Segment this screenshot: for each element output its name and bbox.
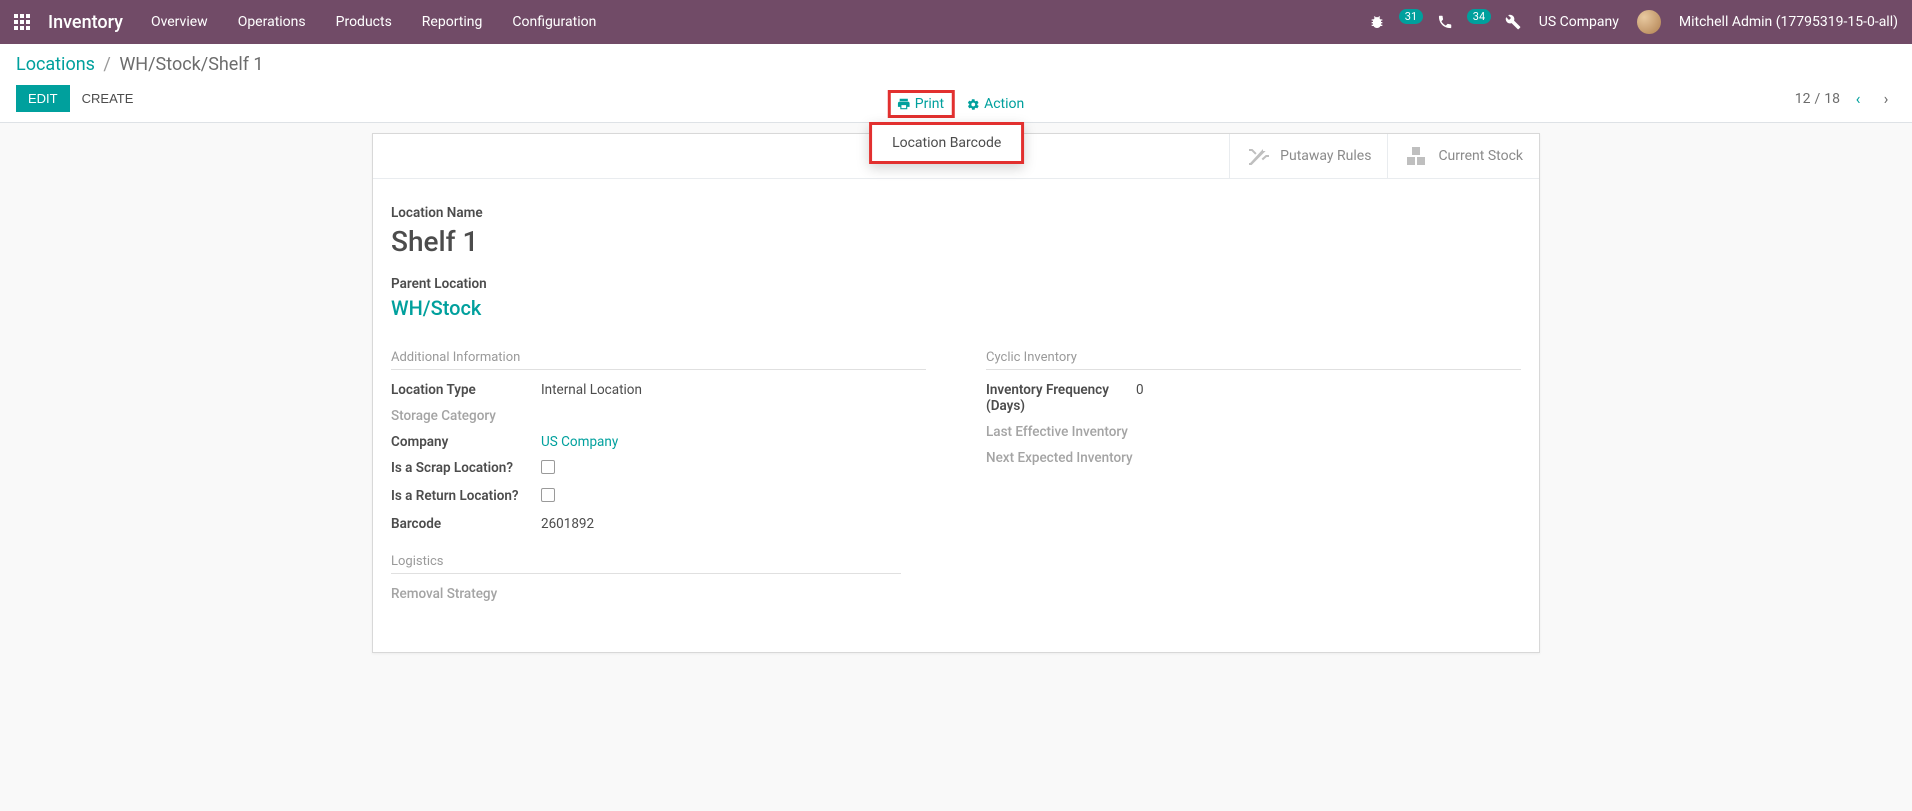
- chat-badge: 31: [1399, 9, 1423, 24]
- current-stock-label: Current Stock: [1438, 148, 1523, 164]
- menu-configuration[interactable]: Configuration: [512, 14, 596, 30]
- action-button[interactable]: Action: [967, 96, 1024, 112]
- row-location-type: Location Type Internal Location: [391, 382, 926, 398]
- parent-location-label: Parent Location: [391, 276, 1521, 292]
- inv-freq-label: Inventory Frequency (Days): [986, 382, 1136, 414]
- main-menu: Overview Operations Products Reporting C…: [151, 14, 596, 30]
- print-dropdown: Location Barcode: [869, 122, 1024, 164]
- removal-strategy-label: Removal Strategy: [391, 586, 541, 602]
- barcode-value: 2601892: [541, 516, 594, 532]
- row-company: Company US Company: [391, 434, 926, 450]
- next-expected-label: Next Expected Inventory: [986, 450, 1136, 466]
- nav-left: Inventory Overview Operations Products R…: [14, 12, 596, 33]
- group-cyclic: Cyclic Inventory: [986, 350, 1521, 370]
- row-scrap-location: Is a Scrap Location?: [391, 460, 926, 478]
- activity-badge: 34: [1467, 9, 1491, 24]
- app-title[interactable]: Inventory: [48, 12, 123, 33]
- form-sheet: Putaway Rules Current Stock Location Nam…: [372, 133, 1540, 653]
- location-name-value: Shelf 1: [391, 225, 1521, 258]
- clock-icon[interactable]: 34: [1471, 14, 1487, 30]
- group-logistics-wrap: Logistics Removal Strategy: [391, 554, 926, 602]
- menu-products[interactable]: Products: [336, 14, 392, 30]
- control-bar: Locations / WH/Stock/Shelf 1 EDIT CREATE…: [0, 44, 1912, 123]
- sheet-area: Putaway Rules Current Stock Location Nam…: [0, 123, 1912, 653]
- apps-icon[interactable]: [14, 14, 30, 30]
- center-actions: Print Action: [888, 90, 1024, 118]
- gear-icon: [967, 98, 980, 111]
- print-label: Print: [915, 96, 944, 112]
- boxes-icon: [1404, 144, 1428, 168]
- pager-total: 18: [1824, 91, 1840, 107]
- current-stock-button[interactable]: Current Stock: [1387, 134, 1539, 178]
- phone-icon[interactable]: [1437, 14, 1453, 30]
- shuffle-icon: [1246, 144, 1270, 168]
- control-row: EDIT CREATE Print Action Location Barcod…: [16, 85, 1896, 112]
- action-label: Action: [984, 96, 1024, 112]
- location-type-label: Location Type: [391, 382, 541, 398]
- avatar[interactable]: [1637, 10, 1661, 34]
- company-value[interactable]: US Company: [541, 434, 618, 450]
- group-additional-info: Additional Information: [391, 350, 926, 370]
- scrap-label: Is a Scrap Location?: [391, 460, 541, 476]
- col-right: Cyclic Inventory Inventory Frequency (Da…: [986, 350, 1521, 612]
- menu-reporting[interactable]: Reporting: [422, 14, 483, 30]
- company-switcher[interactable]: US Company: [1539, 14, 1619, 30]
- top-navbar: Inventory Overview Operations Products R…: [0, 0, 1912, 44]
- tools-icon[interactable]: [1505, 14, 1521, 30]
- bug-icon[interactable]: [1369, 14, 1385, 30]
- edit-button[interactable]: EDIT: [16, 85, 70, 112]
- pager: 12 / 18 ‹ ›: [1795, 89, 1896, 108]
- print-icon: [897, 97, 911, 111]
- putaway-label: Putaway Rules: [1280, 148, 1371, 164]
- breadcrumb-current: WH/Stock/Shelf 1: [119, 54, 263, 75]
- col-left: Additional Information Location Type Int…: [391, 350, 926, 612]
- pager-next-icon[interactable]: ›: [1876, 89, 1896, 108]
- company-label: Company: [391, 434, 541, 450]
- barcode-label: Barcode: [391, 516, 541, 532]
- location-name-label: Location Name: [391, 205, 1521, 221]
- row-next-expected: Next Expected Inventory: [986, 450, 1521, 466]
- storage-category-label: Storage Category: [391, 408, 541, 424]
- row-last-effective: Last Effective Inventory: [986, 424, 1521, 440]
- menu-overview[interactable]: Overview: [151, 14, 208, 30]
- row-removal-strategy: Removal Strategy: [391, 586, 926, 602]
- print-button[interactable]: Print: [888, 90, 955, 118]
- parent-location-link[interactable]: WH/Stock: [391, 296, 1521, 320]
- pager-prev-icon[interactable]: ‹: [1848, 89, 1868, 108]
- nav-right: 31 34 US Company Mitchell Admin (1779531…: [1369, 10, 1898, 34]
- inv-freq-value: 0: [1136, 382, 1144, 398]
- breadcrumb-sep: /: [103, 54, 110, 75]
- row-storage-category: Storage Category: [391, 408, 926, 424]
- user-menu[interactable]: Mitchell Admin (17795319-15-0-all): [1679, 14, 1898, 30]
- last-effective-label: Last Effective Inventory: [986, 424, 1136, 440]
- breadcrumb: Locations / WH/Stock/Shelf 1: [16, 54, 1896, 75]
- dropdown-item-location-barcode[interactable]: Location Barcode: [892, 135, 1001, 151]
- row-barcode: Barcode 2601892: [391, 516, 926, 532]
- scrap-checkbox[interactable]: [541, 460, 555, 474]
- pager-sep: /: [1814, 91, 1820, 107]
- chat-icon[interactable]: 31: [1403, 14, 1419, 30]
- sheet-body: Location Name Shelf 1 Parent Location WH…: [373, 179, 1539, 642]
- breadcrumb-root[interactable]: Locations: [16, 54, 95, 75]
- row-return-location: Is a Return Location?: [391, 488, 926, 506]
- group-logistics: Logistics: [391, 554, 901, 574]
- pager-pos: 12: [1795, 91, 1811, 107]
- menu-operations[interactable]: Operations: [238, 14, 306, 30]
- return-checkbox[interactable]: [541, 488, 555, 502]
- location-type-value: Internal Location: [541, 382, 642, 398]
- return-label: Is a Return Location?: [391, 488, 541, 504]
- columns: Additional Information Location Type Int…: [391, 350, 1521, 612]
- create-button[interactable]: CREATE: [70, 85, 146, 112]
- row-inv-freq: Inventory Frequency (Days) 0: [986, 382, 1521, 414]
- putaway-rules-button[interactable]: Putaway Rules: [1229, 134, 1387, 178]
